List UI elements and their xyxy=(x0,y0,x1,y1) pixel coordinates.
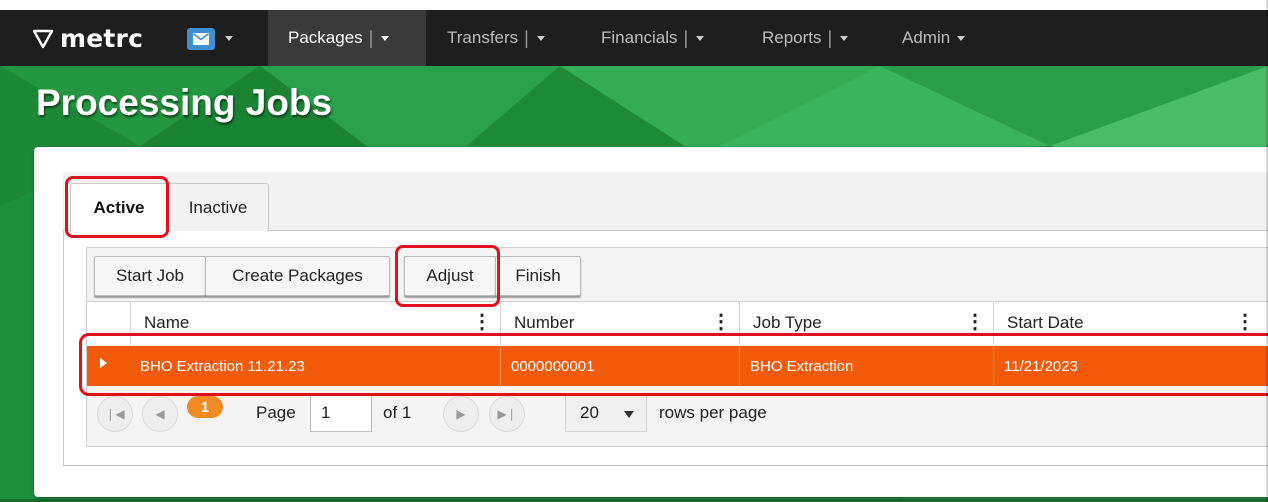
rows-per-page-label: rows per page xyxy=(659,403,767,422)
nav-reports-label: Reports xyxy=(762,28,822,47)
page-title: Processing Jobs xyxy=(36,82,333,123)
chevron-down-icon xyxy=(624,411,634,418)
mail-dropdown-caret-icon[interactable] xyxy=(225,36,233,41)
app-window: metrc Packages | Transfers | Financials … xyxy=(0,0,1268,502)
column-header-label: Start Date xyxy=(1007,313,1084,332)
nav-separator: | xyxy=(368,27,374,48)
metrc-logo[interactable]: metrc xyxy=(32,24,143,53)
nav-admin[interactable]: Admin xyxy=(902,10,966,66)
nav-admin-label: Admin xyxy=(902,28,951,47)
rows-per-page-select[interactable]: 20 xyxy=(565,394,647,432)
create-packages-button[interactable]: Create Packages xyxy=(205,256,390,296)
top-strip xyxy=(0,0,1268,10)
chevron-down-icon[interactable] xyxy=(536,35,545,41)
column-header-label: Number xyxy=(514,313,575,332)
chevron-down-icon[interactable] xyxy=(957,35,966,41)
column-menu-icon[interactable]: ⋮ xyxy=(1235,312,1255,332)
chevron-down-icon[interactable] xyxy=(381,35,390,41)
envelope-icon xyxy=(193,33,209,45)
create-packages-label: Create Packages xyxy=(232,266,363,285)
page-number-input[interactable]: 1 xyxy=(310,394,372,432)
column-menu-icon[interactable]: ⋮ xyxy=(711,312,731,332)
next-page-icon[interactable]: ▶ xyxy=(443,396,479,432)
metrc-shield-icon xyxy=(32,29,54,48)
nav-transfers[interactable]: Transfers | xyxy=(447,10,545,66)
top-navbar: metrc Packages | Transfers | Financials … xyxy=(0,10,1268,66)
current-page-badge[interactable]: 1 xyxy=(187,396,223,418)
highlight-selected-row xyxy=(79,333,1268,396)
chevron-down-icon[interactable] xyxy=(840,35,849,41)
nav-separator: | xyxy=(827,27,833,48)
tab-inactive[interactable]: Inactive xyxy=(167,183,269,231)
nav-financials-label: Financials xyxy=(601,28,678,47)
logo-text: metrc xyxy=(60,24,144,53)
nav-separator: | xyxy=(524,27,529,48)
last-page-icon[interactable]: ▶❘ xyxy=(489,396,525,432)
nav-financials[interactable]: Financials | xyxy=(601,10,705,66)
rows-per-page-value: 20 xyxy=(580,403,599,422)
mail-button[interactable] xyxy=(187,28,215,50)
nav-reports[interactable]: Reports | xyxy=(762,10,849,66)
nav-packages-label: Packages xyxy=(288,28,363,47)
page-count-label: of 1 xyxy=(383,403,412,422)
column-header-label: Name xyxy=(144,313,190,332)
nav-packages[interactable]: Packages | xyxy=(268,10,426,66)
tab-inactive-label: Inactive xyxy=(188,197,248,217)
prev-page-icon[interactable]: ◀ xyxy=(142,396,178,432)
finish-button[interactable]: Finish xyxy=(495,256,581,296)
page-label: Page xyxy=(256,403,296,422)
column-header-label: Job Type xyxy=(753,313,822,332)
nav-transfers-label: Transfers xyxy=(447,28,519,47)
column-menu-icon[interactable]: ⋮ xyxy=(965,312,985,332)
start-job-button[interactable]: Start Job xyxy=(94,256,206,296)
first-page-icon[interactable]: ❘◀ xyxy=(97,396,133,432)
highlight-adjust-button xyxy=(395,245,500,307)
nav-separator: | xyxy=(683,27,689,48)
highlight-active-tab xyxy=(65,176,169,238)
start-job-label: Start Job xyxy=(115,266,185,285)
chevron-down-icon[interactable] xyxy=(696,35,705,41)
finish-label: Finish xyxy=(515,266,561,285)
column-menu-icon[interactable]: ⋮ xyxy=(472,312,492,332)
